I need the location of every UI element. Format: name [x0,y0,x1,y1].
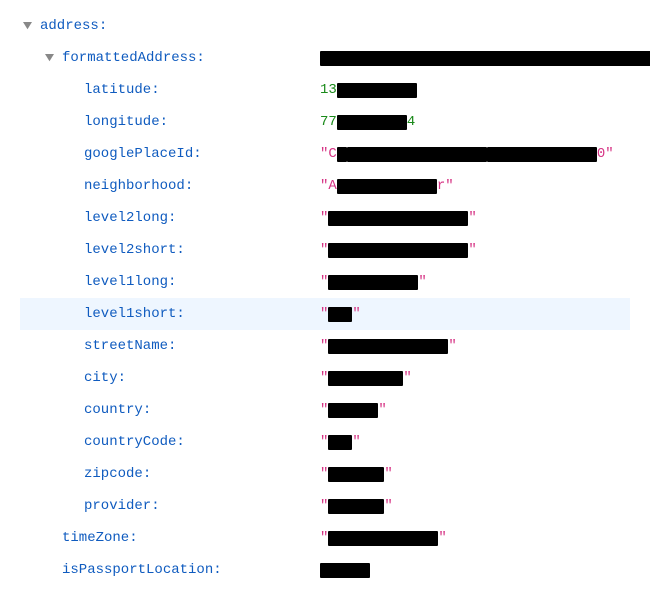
property-key: provider [84,498,160,514]
property-key: streetName [84,338,176,354]
redaction-bar [337,115,407,130]
tree-row[interactable]: streetName "" [20,330,630,362]
property-value: "" [320,530,447,546]
tree-row[interactable]: city "" [20,362,630,394]
key-cell: longitude [20,114,320,130]
redaction-bar [328,435,352,450]
key-cell: streetName [20,338,320,354]
tree-row[interactable]: level2long "" [20,202,630,234]
property-value: "" [320,498,393,514]
key-cell: city [20,370,320,386]
tree-row[interactable]: level1long "" [20,266,630,298]
property-value: "" [320,434,361,450]
property-value [320,563,370,578]
tree-row[interactable]: neighborhood "Ar" [20,170,630,202]
property-value [320,51,650,66]
redaction-bar [320,51,650,66]
key-cell: address [20,18,320,34]
property-key: isPassportLocation [62,562,222,578]
tree-row[interactable]: address [20,10,630,42]
property-key: googlePlaceId [84,146,202,162]
redaction-bar [328,499,384,514]
key-cell: level1short [20,306,320,322]
property-value: "" [320,242,477,258]
tree-row[interactable]: latitude 13 [20,74,630,106]
redaction-bar [337,83,417,98]
property-key: timeZone [62,530,138,546]
redaction-bar [328,403,378,418]
redaction-bar [328,211,468,226]
property-key: city [84,370,126,386]
redaction-bar [328,371,403,386]
json-tree: address formattedAddress latitude 13 longitu… [20,10,630,586]
property-key: country [84,402,151,418]
expand-toggle-icon[interactable] [42,51,56,65]
property-value: 13 [320,82,417,98]
property-value: "" [320,402,387,418]
property-key: level2short [84,242,185,258]
property-value: "" [320,274,427,290]
property-key: level1short [84,306,185,322]
key-cell: provider [20,498,320,514]
tree-row[interactable]: countryCode "" [20,426,630,458]
tree-row[interactable]: provider "" [20,490,630,522]
tree-row[interactable]: country "" [20,394,630,426]
key-cell: formattedAddress [20,50,320,66]
property-key: longitude [84,114,168,130]
redaction-bar [328,339,448,354]
tree-row[interactable]: level2short "" [20,234,630,266]
redaction-bar [337,179,437,194]
redaction-bar [328,307,352,322]
property-key: latitude [84,82,160,98]
property-key: countryCode [84,434,185,450]
redaction-bar [328,275,418,290]
redaction-bar [328,467,384,482]
property-key: neighborhood [84,178,193,194]
property-key: formattedAddress [62,50,205,66]
tree-row[interactable]: formattedAddress [20,42,630,74]
key-cell: timeZone [20,530,320,546]
property-key: level1long [84,274,176,290]
tree-row[interactable]: timeZone "" [20,522,630,554]
tree-row[interactable]: level1short "" [20,298,630,330]
redaction-bar [487,147,597,162]
expand-toggle-icon[interactable] [20,19,34,33]
key-cell: level1long [20,274,320,290]
property-value: "" [320,306,361,322]
redaction-bar [320,563,370,578]
key-cell: level2long [20,210,320,226]
redaction-bar [328,243,468,258]
key-cell: neighborhood [20,178,320,194]
key-cell: country [20,402,320,418]
property-value: "Ar" [320,178,454,194]
property-value: "" [320,210,477,226]
tree-row[interactable]: zipcode "" [20,458,630,490]
redaction-bar [347,147,487,162]
key-cell: googlePlaceId [20,146,320,162]
property-key: address [40,18,107,34]
property-value: 774 [320,114,415,130]
redaction-bar [337,147,347,162]
key-cell: level2short [20,242,320,258]
redaction-bar [328,531,438,546]
property-key: zipcode [84,466,151,482]
property-value: "" [320,338,457,354]
tree-row[interactable]: googlePlaceId "C0" [20,138,630,170]
property-key: level2long [84,210,176,226]
key-cell: isPassportLocation [20,562,320,578]
property-value: "" [320,370,412,386]
key-cell: latitude [20,82,320,98]
tree-row[interactable]: isPassportLocation [20,554,630,586]
tree-row[interactable]: longitude 774 [20,106,630,138]
key-cell: countryCode [20,434,320,450]
property-value: "C0" [320,146,614,162]
property-value: "" [320,466,393,482]
key-cell: zipcode [20,466,320,482]
